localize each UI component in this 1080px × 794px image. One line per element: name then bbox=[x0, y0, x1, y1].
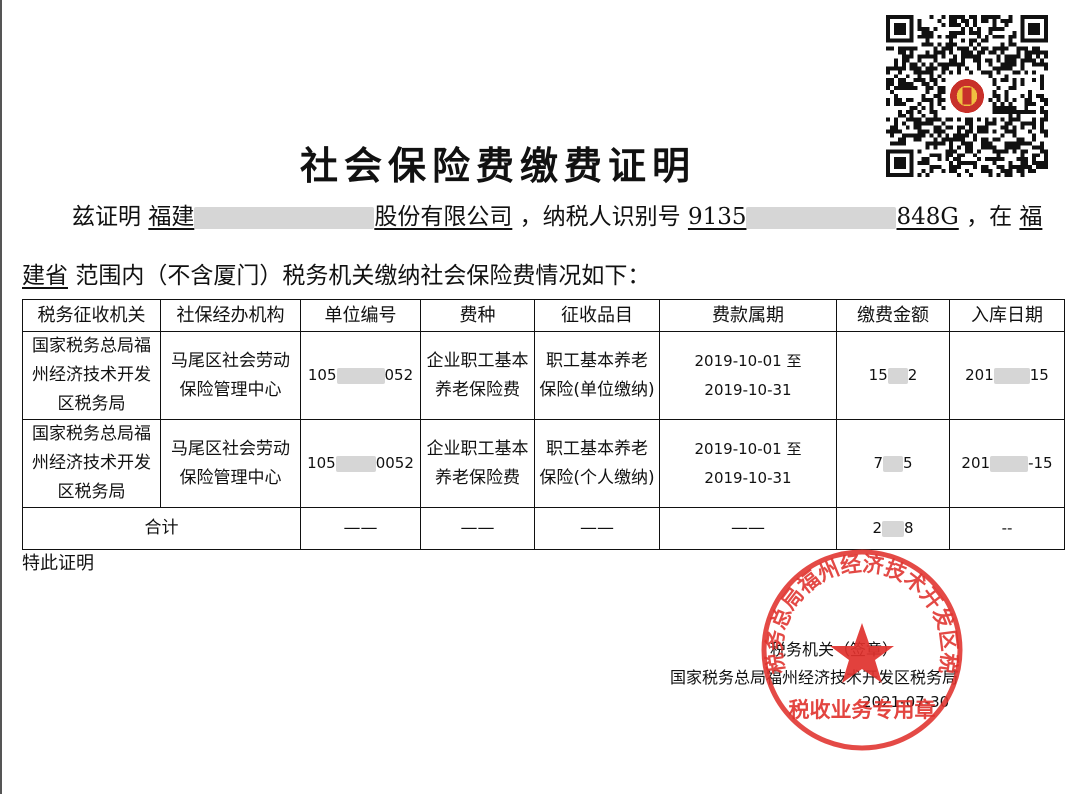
star-icon bbox=[830, 623, 894, 683]
fee-type-cell: 企业职工基本养老保险费 bbox=[420, 419, 535, 508]
table-row: 国家税务总局福州经济技术开发区税务局 马尾区社会劳动保险管理中心 105 0052… bbox=[22, 419, 1065, 508]
date-cell: 201 15 bbox=[949, 331, 1065, 420]
col-header: 缴费金额 bbox=[836, 299, 950, 332]
col-header: 费种 bbox=[420, 299, 535, 332]
total-label: 合计 bbox=[22, 507, 301, 550]
col-header: 入库日期 bbox=[949, 299, 1065, 332]
table-header-row: 税务征收机关 社保经办机构 单位编号 费种 征收品目 费款属期 缴费金额 入库日… bbox=[22, 299, 1065, 332]
col-header: 税务征收机关 bbox=[22, 299, 161, 332]
total-dash: —— bbox=[300, 507, 421, 550]
official-seal: 国家税务总局福州经济技术开发区税务局 税收业务专用章 bbox=[757, 545, 963, 751]
total-dash: —— bbox=[420, 507, 535, 550]
unit-no-cell: 105 052 bbox=[300, 331, 421, 420]
table-row: 国家税务总局福州经济技术开发区税务局 马尾区社会劳动保险管理中心 105 052 … bbox=[22, 331, 1065, 420]
insurance-agency-cell: 马尾区社会劳动保险管理中心 bbox=[160, 331, 301, 420]
total-row: 合计 —— —— —— —— 28 -- bbox=[22, 507, 1065, 550]
period-cell: 2019-10-01 至 2019-10-31 bbox=[659, 419, 837, 508]
amount-cell: 15 2 bbox=[836, 331, 950, 420]
total-dash: -- bbox=[949, 507, 1065, 550]
company-name: 福建 股份有限公司 bbox=[148, 204, 513, 230]
col-header: 社保经办机构 bbox=[160, 299, 301, 332]
at-label: ，在 bbox=[966, 204, 1013, 230]
col-header: 费款属期 bbox=[659, 299, 837, 332]
item-cell: 职工基本养老保险(单位缴纳) bbox=[534, 331, 660, 420]
region-start: 福 bbox=[1019, 204, 1043, 230]
amount-cell: 75 bbox=[836, 419, 950, 508]
fee-type-cell: 企业职工基本养老保险费 bbox=[420, 331, 535, 420]
closing-text: 特此证明 bbox=[22, 553, 94, 574]
insurance-agency-cell: 马尾区社会劳动保险管理中心 bbox=[160, 419, 301, 508]
total-dash: —— bbox=[659, 507, 837, 550]
date-cell: 201 -15 bbox=[949, 419, 1065, 508]
intro-prefix: 兹证明 bbox=[72, 204, 141, 230]
tax-office-cell: 国家税务总局福州经济技术开发区税务局 bbox=[22, 331, 161, 420]
col-header: 单位编号 bbox=[300, 299, 421, 332]
tax-office-cell: 国家税务总局福州经济技术开发区税务局 bbox=[22, 419, 161, 508]
taxpayer-label: ，纳税人识别号 bbox=[519, 204, 681, 230]
scope-text: 范围内（不含厦门）税务机关缴纳社会保险费情况如下： bbox=[75, 263, 651, 289]
unit-no-cell: 105 0052 bbox=[300, 419, 421, 508]
qr-code bbox=[886, 15, 1048, 177]
taxpayer-id: 9135 848G bbox=[687, 204, 959, 230]
total-amount: 28 bbox=[836, 507, 950, 550]
document-title: 社会保险费缴费证明 bbox=[300, 143, 697, 188]
svg-text:税收业务专用章: 税收业务专用章 bbox=[789, 697, 936, 722]
intro-line: 兹证明 福建 股份有限公司 ，纳税人识别号 9135 848G ，在 福 bbox=[72, 197, 1042, 231]
scope-line: 建省 范围内（不含厦门）税务机关缴纳社会保险费情况如下： bbox=[22, 256, 650, 290]
col-header: 征收品目 bbox=[534, 299, 660, 332]
total-dash: —— bbox=[534, 507, 660, 550]
fee-table: 税务征收机关 社保经办机构 单位编号 费种 征收品目 费款属期 缴费金额 入库日… bbox=[22, 299, 1065, 550]
period-cell: 2019-10-01 至 2019-10-31 bbox=[659, 331, 837, 420]
region-end: 建省 bbox=[22, 263, 68, 289]
item-cell: 职工基本养老保险(个人缴纳) bbox=[534, 419, 660, 508]
page-left-border bbox=[0, 0, 2, 794]
